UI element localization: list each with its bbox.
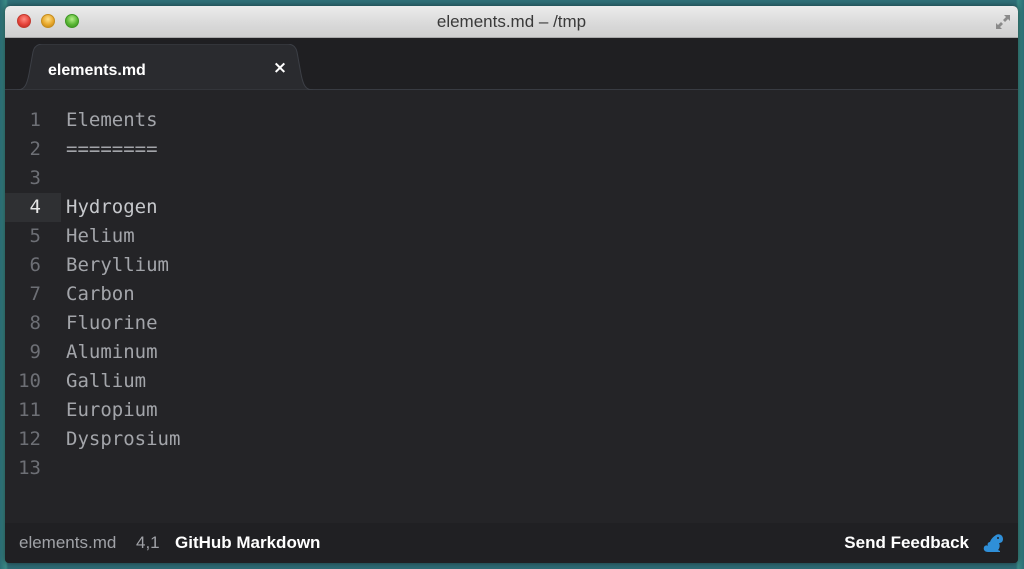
window-title: elements.md – /tmp [436,12,587,31]
line-number: 2 [29,138,41,160]
editor-line[interactable]: 12 Dysprosium [5,425,1018,454]
line-number: 9 [29,341,41,363]
line-text[interactable]: ======== [66,135,158,164]
editor-line[interactable]: 11 Europium [5,396,1018,425]
line-number: 5 [29,225,41,247]
fullscreen-icon[interactable] [994,13,1012,31]
line-number: 11 [18,399,41,421]
line-number: 12 [18,428,41,450]
line-number: 4 [5,193,61,222]
line-number: 7 [29,283,41,305]
line-number: 13 [18,457,41,479]
line-text[interactable]: Hydrogen [66,193,158,222]
tab-label: elements.md [48,62,146,79]
line-text[interactable]: Europium [66,396,158,425]
line-text[interactable]: Elements [66,106,158,135]
editor-line[interactable]: 5 Helium [5,222,1018,251]
line-number: 8 [29,312,41,334]
editor-line[interactable]: 8 Fluorine [5,309,1018,338]
line-text[interactable]: Helium [66,222,135,251]
editor-line[interactable]: 6 Beryllium [5,251,1018,280]
status-grammar[interactable]: GitHub Markdown [175,533,320,553]
editor-line[interactable]: 3 [5,164,1018,193]
close-icon[interactable]: × [272,60,288,77]
status-bar: elements.md 4,1 GitHub Markdown Send Fee… [5,523,1018,563]
line-text[interactable]: Aluminum [66,338,158,367]
line-text[interactable]: Beryllium [66,251,169,280]
editor-window: elements.md – /tmp elements.md × 1 Elemen… [5,6,1018,563]
status-cursor-position[interactable]: 4,1 [136,533,160,553]
line-text[interactable]: Gallium [66,367,146,396]
tab-elements-md[interactable]: elements.md × [17,44,313,90]
editor-line[interactable]: 1 Elements [5,106,1018,135]
status-file-name[interactable]: elements.md [19,533,116,553]
line-text[interactable]: Carbon [66,280,135,309]
editor-line[interactable]: 10 Gallium [5,367,1018,396]
line-text[interactable]: Dysprosium [66,425,180,454]
squirrel-icon[interactable] [982,533,1004,553]
line-number: 1 [29,109,41,131]
editor-line[interactable]: 7 Carbon [5,280,1018,309]
editor-line[interactable]: 9 Aluminum [5,338,1018,367]
line-number: 10 [18,370,41,392]
line-number: 6 [29,254,41,276]
send-feedback-link[interactable]: Send Feedback [844,533,969,553]
line-text[interactable]: Fluorine [66,309,158,338]
editor-line[interactable]: 4 Hydrogen [5,193,1018,222]
text-editor[interactable]: 1 Elements 2 ======== 3 4 Hydrogen 5 Helium 6 Bery… [5,90,1018,523]
editor-line[interactable]: 13 [5,454,1018,483]
title-bar[interactable]: elements.md – /tmp [5,6,1018,38]
editor-line[interactable]: 2 ======== [5,135,1018,164]
tab-bar: elements.md × [5,38,1018,90]
line-number: 3 [29,167,41,189]
